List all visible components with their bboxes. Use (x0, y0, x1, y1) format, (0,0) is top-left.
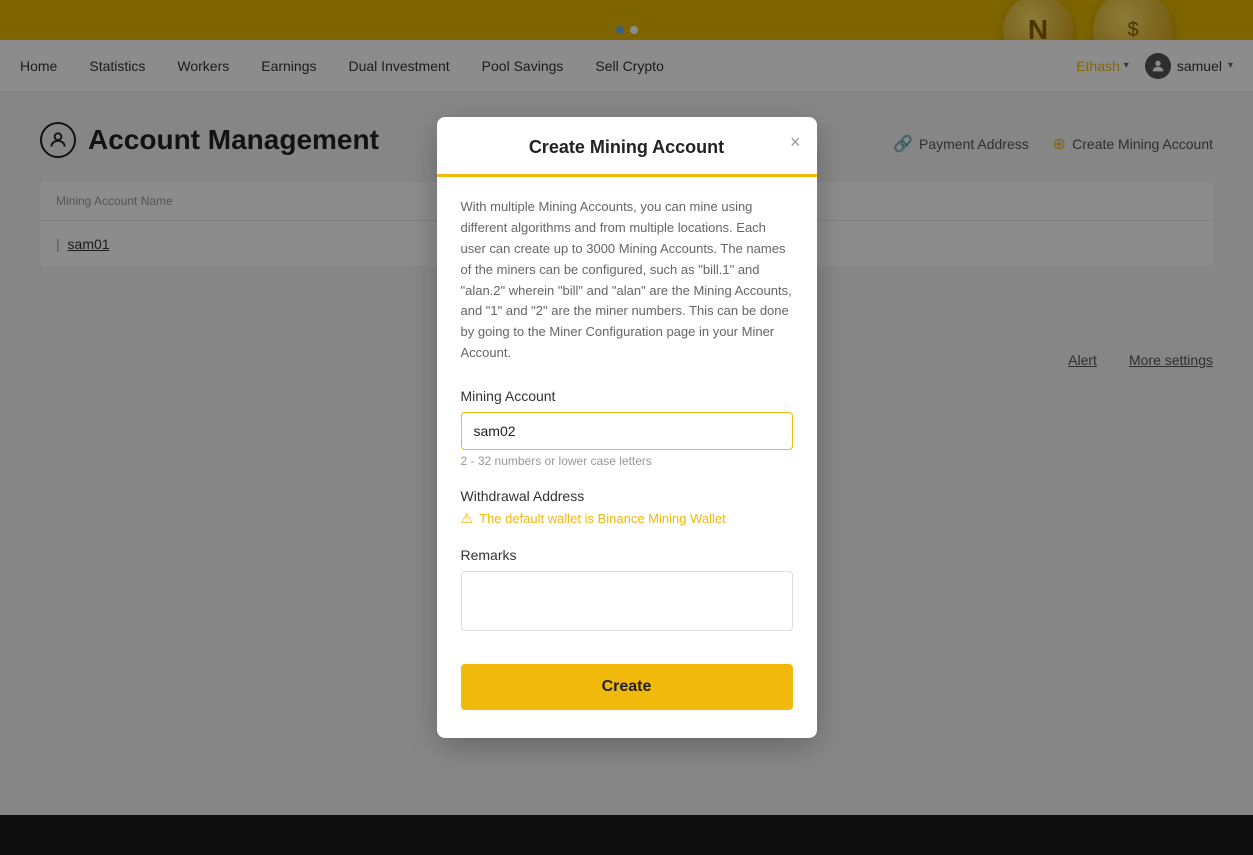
modal-body: With multiple Mining Accounts, you can m… (437, 177, 817, 737)
mining-account-label: Mining Account (461, 388, 793, 404)
withdrawal-warning-text: The default wallet is Binance Mining Wal… (479, 511, 726, 526)
warning-icon: ⚠ (461, 510, 474, 527)
remarks-textarea[interactable] (461, 571, 793, 631)
modal-info-text: With multiple Mining Accounts, you can m… (461, 197, 793, 363)
mining-account-hint: 2 - 32 numbers or lower case letters (461, 454, 793, 468)
modal-close-button[interactable]: × (790, 133, 801, 151)
modal-title: Create Mining Account (529, 137, 724, 157)
withdrawal-warning: ⚠ The default wallet is Binance Mining W… (461, 510, 793, 527)
create-mining-modal: Create Mining Account × With multiple Mi… (437, 117, 817, 737)
remarks-label: Remarks (461, 547, 793, 563)
mining-account-input[interactable] (461, 412, 793, 450)
mining-account-group: Mining Account 2 - 32 numbers or lower c… (461, 388, 793, 468)
create-button[interactable]: Create (461, 664, 793, 710)
modal-header: Create Mining Account × (437, 117, 817, 177)
withdrawal-address-group: Withdrawal Address ⚠ The default wallet … (461, 488, 793, 527)
withdrawal-label: Withdrawal Address (461, 488, 793, 504)
modal-overlay: Create Mining Account × With multiple Mi… (0, 0, 1253, 855)
remarks-group: Remarks (461, 547, 793, 636)
